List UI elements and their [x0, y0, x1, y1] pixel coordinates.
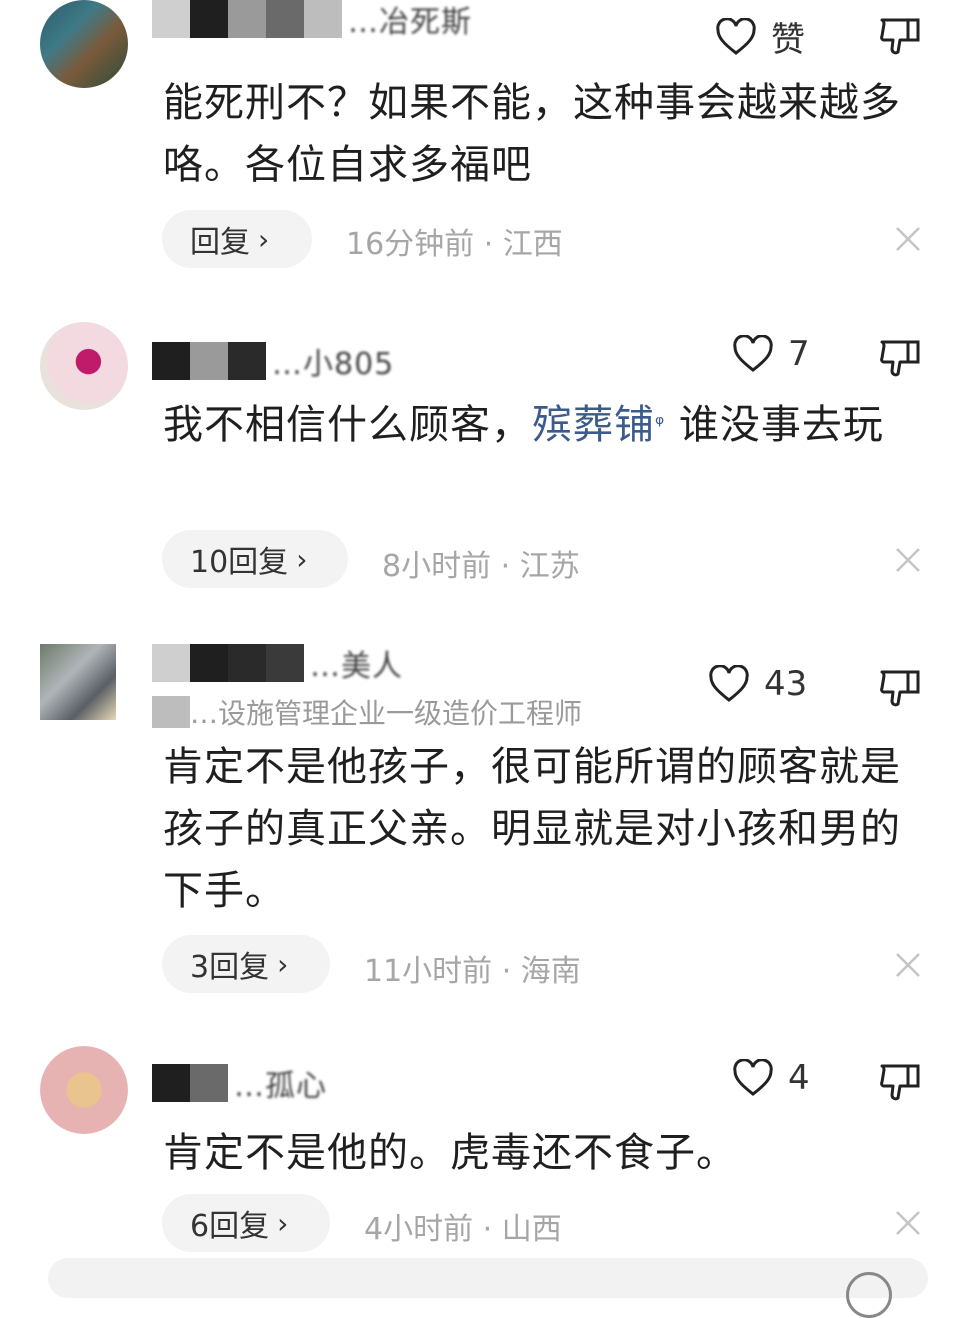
- comment-text-part: 我不相信什么顾客，: [163, 402, 532, 448]
- comment-text-part: 谁没事去玩: [665, 402, 884, 448]
- like-count: 4: [788, 1058, 810, 1098]
- time-location: 4小时前 · 山西: [364, 1212, 562, 1247]
- time-location: 8小时前 · 江苏: [382, 549, 580, 584]
- chevron-right-icon: ›: [258, 222, 270, 256]
- reply-button[interactable]: 10回复 ›: [162, 530, 348, 588]
- masked-block: [152, 696, 190, 728]
- like-count: 43: [764, 664, 808, 704]
- dislike-icon[interactable]: [878, 336, 922, 380]
- close-icon[interactable]: [895, 952, 921, 978]
- username: …冶死斯: [348, 5, 472, 40]
- heart-icon: [733, 335, 773, 372]
- search-link-label: 殡葬铺: [532, 402, 655, 448]
- reply-button[interactable]: 6回复 ›: [162, 1194, 330, 1252]
- like-button[interactable]: 4: [732, 1058, 810, 1098]
- like-count: 7: [788, 334, 810, 374]
- like-button[interactable]: 43: [708, 664, 807, 704]
- search-link[interactable]: 殡葬铺ᵠ: [532, 402, 665, 448]
- reply-button[interactable]: 回复 ›: [162, 210, 312, 268]
- username: …小805: [272, 347, 395, 382]
- reply-label: 10回复: [190, 545, 289, 580]
- reply-label: 3回复: [190, 950, 270, 985]
- chevron-right-icon: ›: [277, 1206, 289, 1240]
- chevron-right-icon: ›: [277, 947, 289, 981]
- user-title-text: …设施管理企业一级造价工程师: [190, 697, 583, 730]
- heart-icon: [733, 1059, 773, 1096]
- reply-label: 6回复: [190, 1209, 270, 1244]
- avatar[interactable]: [40, 644, 116, 720]
- time-location: 11小时前 · 海南: [364, 954, 581, 989]
- dislike-icon[interactable]: [878, 14, 922, 58]
- username: …美人: [310, 649, 403, 684]
- close-icon[interactable]: [895, 226, 921, 252]
- search-icon: ᵠ: [655, 412, 666, 437]
- time-location: 16分钟前 · 江西: [346, 227, 563, 262]
- chevron-right-icon: ›: [296, 542, 308, 576]
- comment-text: 我不相信什么顾客，殡葬铺ᵠ 谁没事去玩: [163, 394, 903, 456]
- masked-username[interactable]: …孤心: [152, 1064, 327, 1104]
- close-icon[interactable]: [895, 1210, 921, 1236]
- user-title: …设施管理企业一级造价工程师: [152, 692, 582, 732]
- emoji-icon[interactable]: [846, 1272, 892, 1318]
- heart-icon: [709, 665, 749, 702]
- dislike-icon[interactable]: [878, 1060, 922, 1104]
- dislike-icon[interactable]: [878, 666, 922, 710]
- close-icon[interactable]: [895, 547, 921, 573]
- comment-text: 能死刑不？如果不能，这种事会越来越多咯。各位自求多福吧: [163, 80, 901, 188]
- heart-icon: [716, 17, 756, 55]
- avatar[interactable]: [40, 322, 128, 410]
- masked-username[interactable]: …小805: [152, 342, 395, 382]
- like-button[interactable]: 赞: [715, 12, 805, 61]
- like-count: 赞: [771, 20, 805, 60]
- avatar[interactable]: [40, 0, 128, 88]
- comment-input-bar[interactable]: [48, 1258, 928, 1298]
- username: …孤心: [234, 1069, 327, 1104]
- reply-label: 回复: [190, 225, 250, 260]
- reply-button[interactable]: 3回复 ›: [162, 935, 330, 993]
- like-button[interactable]: 7: [732, 334, 810, 374]
- comment-text: 肯定不是他的。虎毒还不食子。: [163, 1130, 737, 1176]
- avatar[interactable]: [40, 1046, 128, 1134]
- masked-username[interactable]: …美人: [152, 644, 403, 684]
- masked-username[interactable]: …冶死斯: [152, 0, 472, 40]
- comment-text: 肯定不是他孩子，很可能所谓的顾客就是孩子的真正父亲。明显就是对小孩和男的下手。: [163, 744, 901, 914]
